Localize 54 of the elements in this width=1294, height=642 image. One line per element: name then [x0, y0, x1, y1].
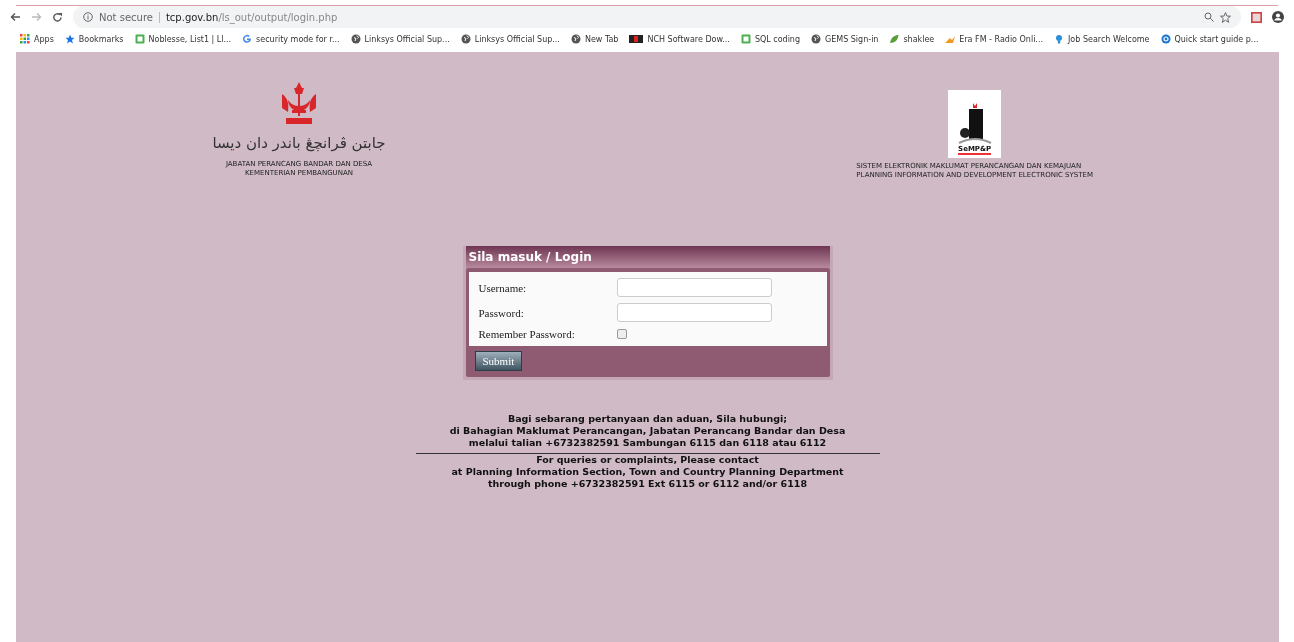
submit-button[interactable]: Submit [474, 351, 523, 371]
bookmark-link[interactable]: GEMS Sign-in [811, 34, 879, 44]
leaf-icon [889, 34, 900, 44]
bookmark-link[interactable]: Bookmarks [64, 34, 124, 44]
sheet-icon [134, 34, 145, 44]
contact-text: For queries or complaints, Please contact [536, 454, 759, 466]
password-field[interactable] [616, 303, 772, 322]
bookmark-link[interactable]: New Tab [570, 34, 619, 44]
zoom-icon[interactable] [1204, 12, 1214, 22]
letter-g-icon [242, 34, 253, 44]
reload-icon[interactable] [52, 11, 63, 23]
account-icon[interactable] [1272, 11, 1284, 23]
pdf-extension-icon[interactable] [1251, 11, 1262, 23]
bookmark-link[interactable]: Job Search Welcome [1054, 34, 1150, 44]
contact-text: melalui talian +6732382591 Sambungan 6115 dan 6118 atau 6112 [468, 437, 827, 449]
bookmark-link[interactable]: SQL coding [740, 34, 800, 44]
star-outline-icon[interactable] [1220, 11, 1231, 23]
bulb-icon [1054, 34, 1064, 44]
bookmark-link[interactable]: Noblesse, List1 | Ll... [134, 34, 232, 44]
globe-icon [570, 34, 581, 44]
bookmark-link[interactable]: Linksys Official Sup... [460, 34, 560, 44]
globe-icon [811, 34, 821, 44]
bookmark-link[interactable]: Linksys Official Sup... [350, 34, 450, 44]
bookmark-link[interactable]: Apps [20, 34, 54, 44]
globe-icon [350, 34, 361, 44]
field-label: Password: [478, 306, 525, 319]
building-icon [957, 103, 992, 145]
remember-checkbox[interactable] [616, 329, 627, 339]
star-icon [64, 34, 75, 44]
field-label: Remember Password: [478, 328, 576, 340]
security-label: Not secure [99, 11, 160, 23]
contact-text: at Planning Information Section, Town and Country Planning Department [451, 466, 844, 478]
nch-icon [629, 35, 644, 43]
apps-grid-icon [20, 34, 30, 44]
address-bar[interactable]: Not secure tcp.gov.bn/ls_out/output/login.php [73, 6, 1241, 28]
jawi-department-name: جابتن ڤرانچڠ باندر دان ديسا [212, 134, 386, 152]
field-label: Username: [478, 281, 528, 294]
login-title: Sila masuk / Login [465, 246, 830, 268]
flame-icon [945, 34, 956, 44]
bookmark-link[interactable]: Era FM - Radio Onli... [945, 34, 1043, 44]
contact-text: through phone +6732382591 Ext 6115 or 6112 and/or 6118 [488, 478, 807, 490]
bookmark-link[interactable]: security mode for r... [242, 34, 340, 44]
sheet-icon [740, 34, 751, 44]
sync-icon [1160, 34, 1171, 44]
back-arrow-icon[interactable] [10, 12, 21, 22]
bookmark-link[interactable]: shaklee [889, 34, 935, 44]
bookmark-link[interactable]: NCH Software Dow... [629, 34, 730, 44]
url-text: tcp.gov.bn/ls_out/output/login.php [165, 11, 338, 23]
globe-icon [460, 34, 471, 44]
bookmark-link[interactable]: Quick start guide p... [1160, 34, 1259, 44]
contact-text: Bagi sebarang pertanyaan dan aduan, Sila hubungi; [507, 413, 788, 425]
username-field[interactable] [616, 278, 772, 297]
contact-text: di Bahagian Maklumat Perancangan, Jabatan Perancang Bandar dan Desa [449, 425, 846, 437]
info-icon [83, 12, 93, 22]
